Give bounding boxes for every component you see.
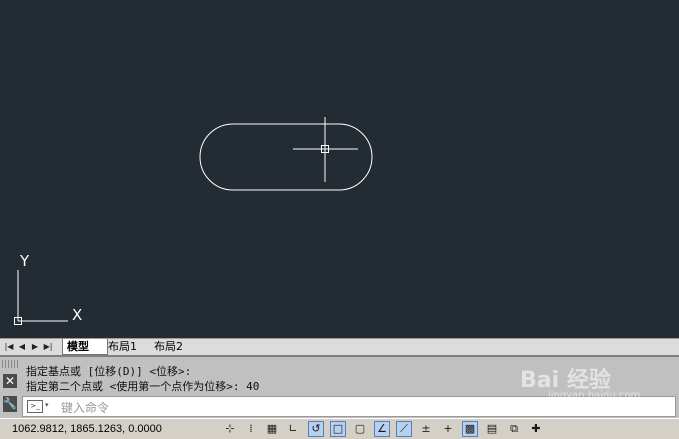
close-icon[interactable]: ✕ — [3, 374, 17, 388]
command-prompt-icon[interactable]: >_ — [27, 400, 43, 413]
tab-model[interactable]: 模型 — [62, 339, 108, 355]
3dosnap-icon[interactable]: ▢ — [352, 421, 368, 437]
slot-outline[interactable] — [199, 123, 373, 191]
prev-tab-icon[interactable]: ◀ — [17, 341, 27, 352]
command-placeholder: 键入命令 — [61, 401, 110, 415]
otrack-icon[interactable]: ∠ — [374, 421, 390, 437]
crosshair-cursor — [293, 117, 358, 182]
coordinate-readout[interactable]: 1062.9812, 1865.1263, 0.0000 — [12, 423, 162, 435]
polar-icon[interactable]: ↺ — [308, 421, 324, 437]
ucs-icon: Y X — [14, 252, 82, 325]
transparency-icon[interactable]: ▩ — [462, 421, 478, 437]
ucs-y-label: Y — [19, 252, 30, 270]
recent-commands-chevron-down-icon[interactable]: ▾ — [45, 401, 49, 409]
layout-tab-bar: |◀ ◀ ▶ ▶| 模型 布局1 布局2 — [0, 338, 679, 355]
ducs-icon[interactable]: ⟋ — [396, 421, 412, 437]
ucs-x-label: X — [72, 306, 82, 324]
snap-icon[interactable]: ⁞ — [243, 421, 259, 437]
drag-grip-icon[interactable] — [2, 360, 18, 368]
next-tab-icon[interactable]: ▶ — [30, 341, 40, 352]
watermark-url: jingyan.baidu.com — [548, 390, 641, 401]
tab-layout2[interactable]: 布局2 — [150, 339, 187, 354]
dyn-icon[interactable]: ± — [418, 421, 434, 437]
model-space-canvas[interactable]: Y X — [0, 0, 679, 338]
last-tab-icon[interactable]: ▶| — [43, 341, 53, 352]
tab-layout1[interactable]: 布局1 — [104, 339, 141, 354]
ortho-icon[interactable]: ∟ — [285, 421, 301, 437]
osnap-icon[interactable]: □ — [330, 421, 346, 437]
grid-icon[interactable]: ▦ — [264, 421, 280, 437]
annotation-monitor-icon[interactable]: ✚ — [528, 421, 544, 437]
command-history-line: 指定第二个点或 <使用第一个点作为位移>: 40 — [26, 380, 260, 393]
lineweight-icon[interactable]: + — [440, 421, 456, 437]
selection-cycling-icon[interactable]: ⧉ — [506, 421, 522, 437]
drawing-area[interactable]: Y X — [0, 0, 679, 338]
first-tab-icon[interactable]: |◀ — [4, 341, 14, 352]
infer-constraints-icon[interactable]: ⊹ — [222, 421, 238, 437]
customize-wrench-icon[interactable]: 🔧 — [3, 396, 17, 412]
quick-properties-icon[interactable]: ▤ — [484, 421, 500, 437]
status-bar: 1062.9812, 1865.1263, 0.0000 ⊹ ⁞ ▦ ∟ ↺ □… — [0, 418, 679, 439]
command-history-line: 指定基点或 [位移(D)] <位移>: — [26, 365, 192, 378]
